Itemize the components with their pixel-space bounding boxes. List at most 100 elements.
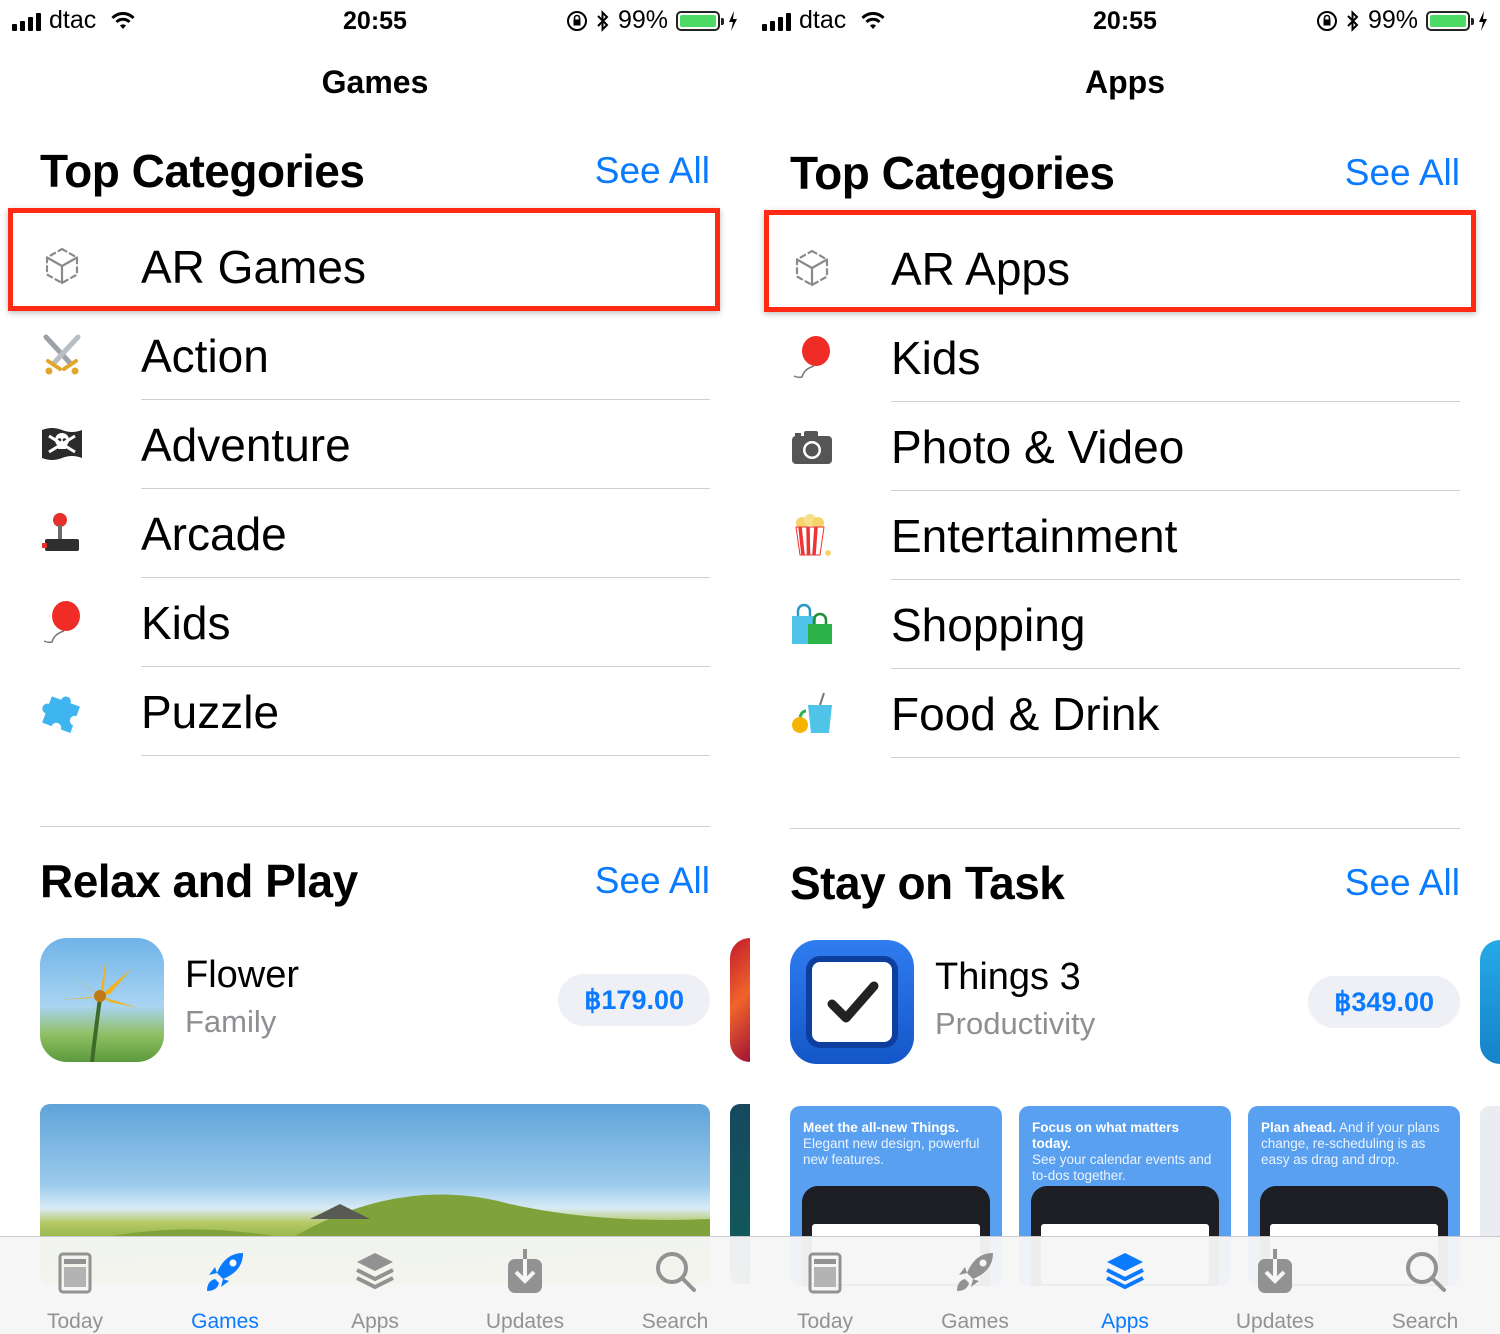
app-row-flower[interactable]: Flower Family ฿179.00 xyxy=(40,938,710,1062)
category-row-photo-video[interactable]: Photo & Video xyxy=(750,402,1500,491)
orientation-lock-icon xyxy=(1316,10,1337,31)
tab-today[interactable]: Today xyxy=(0,1237,150,1334)
next-app-peek[interactable] xyxy=(1480,940,1500,1064)
tab-label: Today xyxy=(796,1310,854,1333)
category-row-kids[interactable]: Kids xyxy=(0,578,750,667)
caption-text: See your calendar events and to-dos toge… xyxy=(1032,1152,1212,1183)
category-label: Shopping xyxy=(891,599,1086,651)
tab-label: Apps xyxy=(351,1310,399,1333)
games-screen: dtac 20:55 99% Games Top Categories See … xyxy=(0,0,750,1334)
caption-bold: Plan ahead. xyxy=(1261,1120,1337,1135)
apps-stack-icon xyxy=(356,1253,394,1290)
page-title: Apps xyxy=(1085,64,1165,100)
category-row-action[interactable]: Action xyxy=(0,311,750,400)
category-label: Food & Drink xyxy=(891,688,1160,740)
status-right-group: 99% xyxy=(1316,6,1488,35)
category-row-entertainment[interactable]: Entertainment xyxy=(750,491,1500,580)
page-title: Games xyxy=(321,64,429,100)
tab-updates[interactable]: Updates xyxy=(1200,1237,1350,1334)
orientation-lock-icon xyxy=(566,10,587,31)
tab-label: Search xyxy=(1391,1310,1459,1333)
tab-games[interactable]: Games xyxy=(900,1237,1050,1334)
top-categories-header: Top Categories See All xyxy=(40,144,710,204)
category-row-arcade[interactable]: Arcade xyxy=(0,489,750,578)
tab-label: Search xyxy=(641,1310,709,1333)
category-row-food-drink[interactable]: Food & Drink xyxy=(750,669,1500,758)
category-label: Kids xyxy=(891,332,981,384)
relax-and-play-header: Relax and Play See All xyxy=(40,854,710,914)
caption-bold: Focus on what matters today. xyxy=(1032,1120,1180,1151)
section-title: Stay on Task xyxy=(790,857,1065,909)
tab-apps[interactable]: Apps xyxy=(1050,1237,1200,1334)
tab-updates[interactable]: Updates xyxy=(450,1237,600,1334)
today-icon xyxy=(58,1252,92,1294)
category-row-puzzle[interactable]: Puzzle xyxy=(0,667,750,756)
category-label: Action xyxy=(141,330,269,382)
app-name: Flower xyxy=(185,954,300,996)
see-all-button[interactable]: See All xyxy=(1345,862,1460,904)
balloon-icon xyxy=(793,336,830,379)
section-title: Top Categories xyxy=(40,145,365,197)
see-all-button[interactable]: See All xyxy=(595,150,710,192)
charging-bolt-icon xyxy=(1479,10,1487,31)
see-all-button[interactable]: See All xyxy=(1345,152,1460,194)
tab-label: Updates xyxy=(1235,1310,1315,1333)
battery-icon xyxy=(676,10,724,31)
tab-label: Today xyxy=(46,1310,104,1333)
flower-icon xyxy=(60,956,138,1062)
app-row-things-3[interactable]: Things 3 Productivity ฿349.00 xyxy=(790,940,1460,1064)
tab-label: Apps xyxy=(1101,1310,1149,1333)
highlight-box xyxy=(764,210,1476,312)
see-all-button[interactable]: See All xyxy=(595,860,710,902)
status-right-group: 99% xyxy=(566,6,738,35)
search-icon xyxy=(656,1252,696,1292)
category-row-kids[interactable]: Kids xyxy=(750,313,1500,402)
screenshot-caption: Plan ahead. And if your plans change, re… xyxy=(1261,1120,1450,1168)
status-bar: dtac 20:55 99% xyxy=(750,0,1500,42)
price-button[interactable]: ฿349.00 xyxy=(1308,976,1460,1028)
apps-screen: dtac 20:55 99% Apps Top Categories See A… xyxy=(750,0,1500,1334)
tab-today[interactable]: Today xyxy=(750,1237,900,1334)
app-category: Productivity xyxy=(935,1006,1096,1041)
updates-icon xyxy=(1258,1249,1292,1293)
charging-bolt-icon xyxy=(729,10,737,31)
section-title: Relax and Play xyxy=(40,855,358,907)
search-icon xyxy=(1406,1252,1446,1292)
rocket-icon xyxy=(957,1253,993,1291)
stay-on-task-header: Stay on Task See All xyxy=(790,856,1460,916)
row-separator xyxy=(141,755,710,756)
category-label: Puzzle xyxy=(141,686,280,738)
top-categories-header: Top Categories See All xyxy=(790,146,1460,206)
section-divider xyxy=(40,826,710,827)
tab-label: Games xyxy=(191,1310,259,1333)
next-app-peek[interactable] xyxy=(730,938,750,1062)
rocket-icon xyxy=(207,1253,243,1291)
category-row-adventure[interactable]: Adventure xyxy=(0,400,750,489)
pirate-flag-icon xyxy=(42,428,82,460)
screenshot-caption: Focus on what matters today. See your ca… xyxy=(1032,1120,1221,1184)
section-title: Top Categories xyxy=(790,147,1115,199)
tab-label: Updates xyxy=(485,1310,565,1333)
caption-bold: Meet the all-new Things. xyxy=(803,1120,960,1135)
battery-percent: 99% xyxy=(1367,6,1418,34)
today-icon xyxy=(808,1252,842,1294)
crossed-swords-icon xyxy=(43,334,81,375)
things-app-icon xyxy=(790,940,914,1064)
updates-icon xyxy=(508,1249,542,1293)
tab-apps[interactable]: Apps xyxy=(300,1237,450,1334)
row-separator xyxy=(891,757,1460,758)
joystick-icon xyxy=(42,513,79,551)
apps-stack-icon xyxy=(1106,1253,1144,1290)
tab-bar: Today Games Apps Updates Search xyxy=(750,1236,1500,1334)
price-button[interactable]: ฿179.00 xyxy=(558,974,710,1026)
tab-games[interactable]: Games xyxy=(150,1237,300,1334)
tab-label: Games xyxy=(941,1310,1009,1333)
category-label: Photo & Video xyxy=(891,421,1185,473)
highlight-box xyxy=(8,208,720,311)
category-row-shopping[interactable]: Shopping xyxy=(750,580,1500,669)
category-label: Adventure xyxy=(141,419,351,471)
tab-search[interactable]: Search xyxy=(600,1237,750,1334)
category-label: Kids xyxy=(141,597,231,649)
bluetooth-icon xyxy=(597,9,609,32)
tab-search[interactable]: Search xyxy=(1350,1237,1500,1334)
